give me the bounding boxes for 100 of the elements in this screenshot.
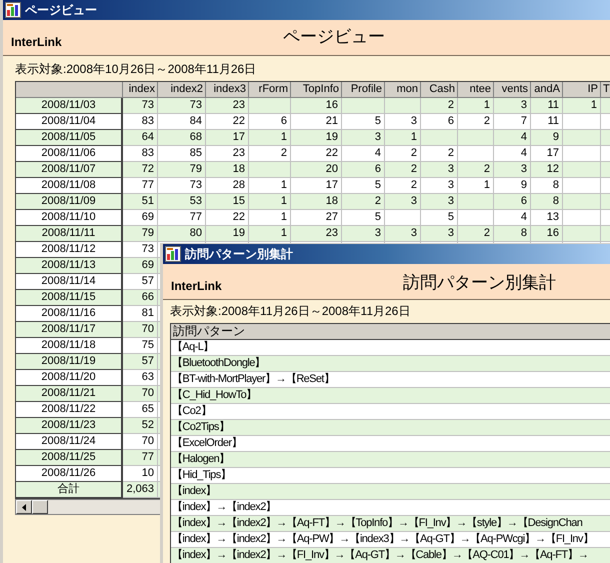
table-cell: 4: [494, 146, 531, 162]
table-cell: 70: [123, 434, 158, 450]
date-cell: 2008/11/23: [16, 418, 123, 434]
table-cell: 1: [249, 130, 291, 146]
table-cell: 17: [291, 178, 342, 194]
date-cell: 2008/11/07: [16, 162, 123, 178]
table-cell: 9: [531, 130, 563, 146]
table-cell: 3: [421, 226, 458, 242]
table-cell: 7: [494, 114, 531, 130]
date-cell: 2008/11/21: [16, 386, 123, 402]
table-cell: 17: [206, 130, 249, 146]
table-cell: 5: [342, 114, 385, 130]
table-cell: 77: [123, 178, 158, 194]
total-cell: 2,063: [123, 482, 158, 498]
table-cell: 16: [291, 98, 342, 114]
table-cell: 【index】→【index2】→【Aq-PW】→【index3】→【Aq-GT】→【Aq-PWcgi】→【FI_Inv】: [171, 532, 610, 548]
table-cell: 69: [123, 258, 158, 274]
table-cell: 【index】: [171, 484, 610, 500]
window-title: ページビュー: [25, 4, 97, 16]
table-cell: 1: [458, 178, 494, 194]
date-cell: 2008/11/18: [16, 338, 123, 354]
table-cell: 11: [531, 114, 563, 130]
table-cell: 【BluetoothDongle】: [171, 356, 610, 372]
date-cell: 2008/11/13: [16, 258, 123, 274]
page-heading: 訪問パターン別集計: [403, 274, 556, 291]
date-range-label: 表示対象:2008年11月26日～2008年11月26日: [170, 304, 412, 318]
table-cell: 2: [385, 146, 421, 162]
table-cell: 1: [249, 226, 291, 242]
table-cell: 2: [342, 194, 385, 210]
table-cell: 22: [291, 146, 342, 162]
table-cell: 79: [158, 162, 206, 178]
table-cell: 5: [342, 210, 385, 226]
column-header: 訪問パターン: [171, 324, 610, 340]
table-cell: 83: [123, 114, 158, 130]
table-cell: 1: [249, 194, 291, 210]
table-cell: 5: [342, 178, 385, 194]
date-cell: 2008/11/20: [16, 370, 123, 386]
table-cell: 69: [123, 210, 158, 226]
date-cell: 2008/11/09: [16, 194, 123, 210]
table-cell: 6: [494, 194, 531, 210]
table-cell: 23: [206, 98, 249, 114]
table-cell: 23: [291, 226, 342, 242]
table-cell: 84: [158, 114, 206, 130]
table-cell: 1: [385, 130, 421, 146]
table-cell: 63: [123, 370, 158, 386]
table-cell: 23: [206, 146, 249, 162]
window-title: 訪問パターン別集計: [185, 248, 293, 260]
table-cell: 3: [494, 162, 531, 178]
table-cell: 80: [158, 226, 206, 242]
table-cell: 3: [421, 162, 458, 178]
left-arrow-icon: [22, 504, 26, 510]
date-range-label: 表示対象:2008年10月26日～2008年11月26日: [15, 62, 258, 76]
table-cell: 3: [421, 178, 458, 194]
table-cell: 52: [123, 418, 158, 434]
table-cell: 9: [494, 178, 531, 194]
table-cell: 79: [123, 226, 158, 242]
table-cell: 【Aq-L】: [171, 340, 610, 356]
date-cell: 2008/11/16: [16, 306, 123, 322]
scrollbar-thumb[interactable]: [32, 500, 48, 514]
table-cell: 3: [421, 194, 458, 210]
table-cell: 73: [123, 98, 158, 114]
date-cell: 2008/11/15: [16, 290, 123, 306]
horizontal-scrollbar[interactable]: [15, 499, 161, 515]
table-cell: 2: [385, 178, 421, 194]
date-cell: 2008/11/05: [16, 130, 123, 146]
table-cell: 【BT-with-MortPlayer】→【ReSet】: [171, 372, 610, 388]
total-label: 合計: [16, 482, 123, 498]
table-cell: 2: [249, 146, 291, 162]
table-cell: 73: [158, 98, 206, 114]
table-cell: 83: [123, 146, 158, 162]
table-cell: 51: [123, 194, 158, 210]
date-cell: 2008/11/22: [16, 402, 123, 418]
table-cell: 73: [158, 178, 206, 194]
table-cell: 6: [342, 162, 385, 178]
table-cell: 68: [158, 130, 206, 146]
table-cell: 4: [342, 146, 385, 162]
date-cell: 2008/11/26: [16, 466, 123, 482]
table-cell: 19: [291, 130, 342, 146]
table-cell: 17: [531, 146, 563, 162]
app-icon: [165, 246, 181, 262]
table-cell: 77: [123, 450, 158, 466]
scroll-left-button[interactable]: [16, 500, 32, 514]
table-cell: 53: [158, 194, 206, 210]
table-cell: 2: [458, 162, 494, 178]
date-cell: 2008/11/06: [16, 146, 123, 162]
table-cell: 3: [385, 194, 421, 210]
table-cell: 2: [421, 146, 458, 162]
table-cell: 57: [123, 274, 158, 290]
table-cell: 20: [291, 162, 342, 178]
date-cell: 2008/11/25: [16, 450, 123, 466]
brand-label: InterLink: [171, 280, 222, 292]
table-cell: 5: [421, 210, 458, 226]
table-cell: 13: [531, 210, 563, 226]
brand-label: InterLink: [11, 36, 62, 48]
table-cell: 4: [494, 130, 531, 146]
table-cell: 【Co2】: [171, 404, 610, 420]
table-cell: 70: [123, 322, 158, 338]
date-cell: 2008/11/04: [16, 114, 123, 130]
table-cell: 21: [291, 114, 342, 130]
table-cell: 2: [385, 162, 421, 178]
